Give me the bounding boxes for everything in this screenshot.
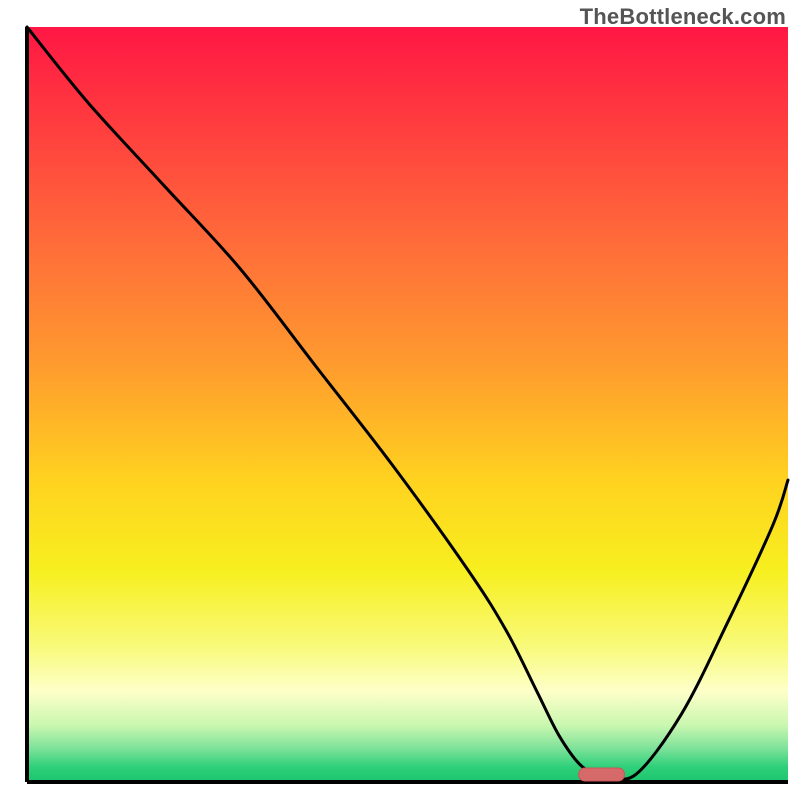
optimal-marker [579,768,625,781]
plot-background [27,27,788,782]
chart-stage: TheBottleneck.com [0,0,800,800]
watermark-text: TheBottleneck.com [580,4,786,30]
bottleneck-chart [0,0,800,800]
